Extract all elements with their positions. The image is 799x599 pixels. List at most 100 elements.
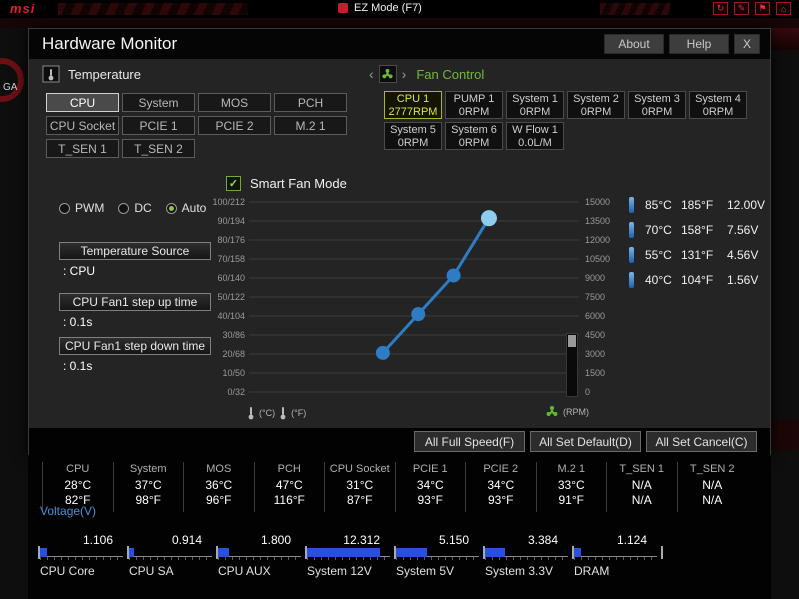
prev-page-chevron-icon[interactable]: ‹	[369, 66, 374, 82]
temp-source-button[interactable]: T_SEN 1	[46, 139, 119, 158]
rpm-axis-label: 9000	[585, 273, 606, 283]
rpm-axis-label: 12000	[585, 235, 611, 245]
temp-source-button[interactable]: CPU Socket	[46, 116, 119, 135]
rpm-axis-label: 15000	[585, 197, 611, 207]
sensor-name: CPU	[66, 463, 90, 475]
voltage-gauge: 5.150 System 5V	[394, 533, 483, 579]
voltage-gauge-row: 1.106 CPU Core 0.914 CPU SA 1.800 CPU AU…	[38, 533, 663, 579]
voltage-fill	[40, 548, 47, 557]
celsius-unit-label: (°C)	[259, 408, 276, 418]
temp-source-button[interactable]: PCIE 1	[122, 116, 195, 135]
fan-reading-cell[interactable]: PUMP 1 0RPM	[445, 91, 503, 119]
sensor-fahrenheit: N/A	[631, 493, 652, 507]
temp-source-button[interactable]: CPU	[46, 93, 119, 112]
temperature-status-column: CPU Socket 31°C 87°F	[324, 462, 395, 512]
temp-axis-label: 40/104	[217, 311, 245, 321]
voltage-gauge: 1.124 DRAM	[572, 533, 661, 579]
temp-source-button[interactable]: System	[122, 93, 195, 112]
fan-value: 2777RPM	[388, 106, 438, 118]
help-button[interactable]: Help	[669, 34, 729, 54]
fan-name: System 3	[634, 93, 680, 105]
fan-name: System 5	[390, 124, 436, 136]
fan-mode-radio[interactable]: PWM	[59, 201, 104, 215]
fan-curve-chart[interactable]	[249, 197, 579, 397]
voltage-ruler	[129, 556, 212, 560]
sensor-celsius: 34°C	[487, 478, 515, 492]
topbar-icon[interactable]: ⌂	[776, 2, 791, 15]
temperature-source-grid: CPU System MOS PCH CPU Socket PCIE 1 PCI…	[46, 93, 356, 158]
voltage-gauge: 1.800 CPU AUX	[216, 533, 305, 579]
fan-name: CPU 1	[396, 93, 430, 105]
action-button[interactable]: All Set Default(D)	[530, 431, 641, 452]
voltage-value: 1.800	[260, 533, 291, 547]
fan-reading-cell[interactable]: System 3 0RPM	[628, 91, 686, 119]
fan-reading-cell[interactable]: System 2 0RPM	[567, 91, 625, 119]
sensor-celsius: 28°C	[64, 478, 92, 492]
fan-curve-setting-row: 55°C 131°F 4.56V	[629, 247, 765, 263]
voltage-bar	[307, 548, 390, 560]
topbar-decoration	[58, 3, 248, 15]
fan-curve-point[interactable]	[446, 268, 461, 283]
temperature-source-setting-button[interactable]: Temperature Source	[59, 242, 211, 260]
temp-source-button[interactable]: MOS	[198, 93, 271, 112]
temp-source-button[interactable]: T_SEN 2	[122, 139, 195, 158]
voltage-rail-name: DRAM	[574, 564, 610, 578]
temperature-status-column: PCH 47°C 116°F	[253, 462, 325, 512]
temp-source-button[interactable]: PCH	[274, 93, 347, 112]
voltage-gauge: 12.312 System 12V	[305, 533, 394, 579]
fan-reading-cell[interactable]: W Flow 1 0.0L/M	[506, 122, 564, 150]
ez-mode-button[interactable]: EZ Mode (F7)	[338, 2, 422, 14]
fahrenheit-thermometer-icon	[280, 407, 286, 420]
about-button[interactable]: About	[604, 34, 664, 54]
chart-axis-footer-left: (°C) (°F)	[247, 406, 306, 420]
sensor-name: PCH	[277, 463, 301, 475]
temp-axis-label: 30/86	[222, 330, 245, 340]
topbar-icon[interactable]: ⚑	[755, 2, 770, 15]
rpm-axis-label: 13500	[585, 216, 611, 226]
voltage-value: 12.312	[343, 533, 380, 547]
fan-reading-cell[interactable]: System 1 0RPM	[506, 91, 564, 119]
fan-curve-setting-row: 40°C 104°F 1.56V	[629, 272, 765, 288]
fan-readings-grid: CPU 1 2777RPM PUMP 1 0RPM System 1 0RPM …	[384, 91, 756, 150]
step-down-time-button[interactable]: CPU Fan1 step down time	[59, 337, 211, 355]
chart-slider[interactable]	[566, 333, 578, 397]
setting-temp-celsius: 70°C	[645, 223, 672, 237]
voltage-gauge: 1.106 CPU Core	[38, 533, 127, 579]
fan-reading-cell[interactable]: CPU 1 2777RPM	[384, 91, 442, 119]
voltage-fill	[307, 548, 380, 557]
action-button[interactable]: All Set Cancel(C)	[646, 431, 757, 452]
fan-mode-radio-group: PWM DC Auto	[59, 201, 206, 215]
topbar-decoration	[600, 3, 670, 15]
game-boost-fragment-text: GA	[3, 82, 18, 93]
voltage-bar	[218, 548, 301, 560]
temperature-panel-title: Temperature	[68, 66, 141, 82]
fan-curve-point[interactable]	[480, 210, 497, 227]
slider-handle-icon[interactable]	[568, 335, 576, 347]
fan-curve-point[interactable]	[375, 345, 390, 360]
setting-temp-fahrenheit: 185°F	[681, 198, 714, 212]
setting-voltage: 12.00V	[727, 198, 766, 212]
temp-source-button[interactable]: PCIE 2	[198, 116, 271, 135]
step-up-time-button[interactable]: CPU Fan1 step up time	[59, 293, 211, 311]
fan-curve-setting-row: 85°C 185°F 12.00V	[629, 197, 765, 213]
sensor-celsius: 47°C	[275, 478, 303, 492]
fan-mode-radio[interactable]: DC	[118, 201, 152, 215]
next-page-chevron-icon[interactable]: ›	[402, 66, 407, 82]
fan-reading-cell[interactable]: System 4 0RPM	[689, 91, 747, 119]
temperature-source-value: : CPU	[63, 264, 96, 278]
topbar-icon[interactable]: ✎	[734, 2, 749, 15]
fan-reading-cell[interactable]: System 6 0RPM	[445, 122, 503, 150]
setting-temp-fahrenheit: 158°F	[681, 223, 714, 237]
voltage-value: 1.124	[616, 533, 647, 547]
fan-curve-settings-list: 85°C 185°F 12.00V 70°C 158°F 7.56V 55°C …	[629, 197, 765, 288]
action-button[interactable]: All Full Speed(F)	[414, 431, 525, 452]
fan-curve-point[interactable]	[411, 307, 426, 322]
close-button[interactable]: X	[734, 34, 760, 54]
fan-reading-cell[interactable]: System 5 0RPM	[384, 122, 442, 150]
smart-fan-mode-toggle[interactable]: Smart Fan Mode	[226, 176, 347, 191]
topbar-icon[interactable]: ↻	[713, 2, 728, 15]
topbar-icon-group: ↻ ✎ ⚑ ⌂	[713, 2, 791, 15]
game-boost-dial-fragment	[0, 58, 24, 102]
setting-temp-fahrenheit: 104°F	[681, 273, 714, 287]
temp-source-button[interactable]: M.2 1	[274, 116, 347, 135]
